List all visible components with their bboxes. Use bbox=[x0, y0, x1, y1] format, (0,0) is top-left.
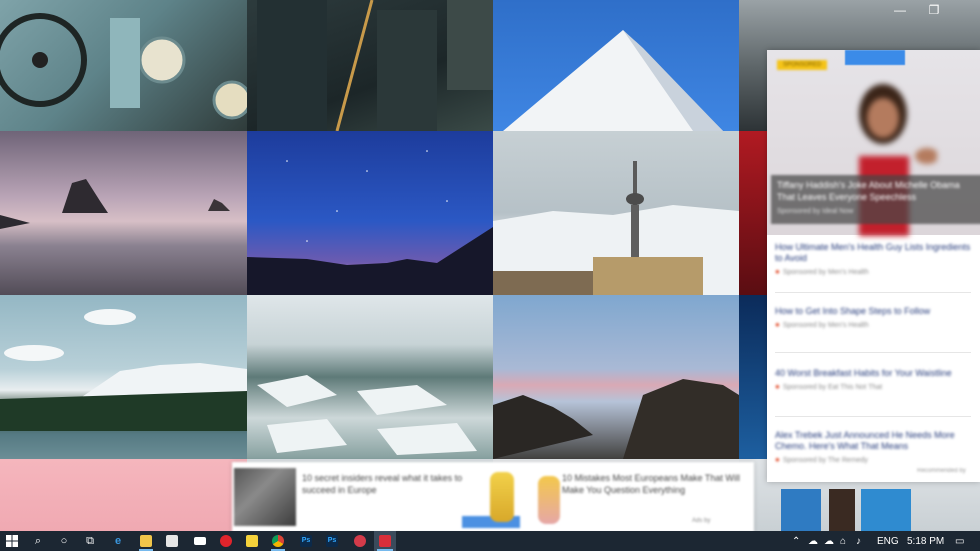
ad-item-headline: How to Get Into Shape Steps to Follow bbox=[775, 306, 931, 316]
cortana-icon[interactable]: ○ bbox=[54, 531, 74, 551]
onedrive-icon[interactable]: ☁ bbox=[808, 531, 818, 551]
start-button[interactable] bbox=[2, 531, 22, 551]
chevron-up-icon: ⌃ bbox=[792, 535, 801, 547]
pink-tile-photo bbox=[0, 459, 247, 531]
language-indicator[interactable]: ENG bbox=[877, 531, 899, 551]
sponsored-content-panel[interactable]: SPONSORED Tiffany Haddish's Joke About M… bbox=[767, 50, 980, 482]
taskbar: ⌕ ○ ⧉ e Ps Ps ⌃ ☁ ☁ ⌂ ♪ ENG 5:18 PM ▭ bbox=[0, 531, 980, 551]
clock[interactable]: 5:18 PM bbox=[907, 531, 944, 551]
banner-right-text[interactable]: 10 Mistakes Most Europeans Make That Wil… bbox=[562, 472, 742, 496]
ad-hero-headline: Tiffany Haddish's Joke About Michelle Ob… bbox=[777, 180, 960, 202]
store-icon[interactable] bbox=[162, 531, 182, 551]
ad-item-source: Sponsored by Men's Health bbox=[775, 267, 975, 276]
app-icon[interactable] bbox=[350, 531, 370, 551]
ad-item-headline: Alex Trebek Just Announced He Needs More… bbox=[775, 430, 955, 451]
minimize-button[interactable]: — bbox=[891, 3, 909, 17]
cliffs-above-clouds-photo bbox=[493, 295, 739, 459]
divider bbox=[775, 352, 971, 353]
ad-hero-image[interactable]: SPONSORED Tiffany Haddish's Joke About M… bbox=[767, 50, 980, 236]
ad-item-headline: 40 Worst Breakfast Habits for Your Waist… bbox=[775, 368, 952, 378]
ad-item[interactable]: 40 Worst Breakfast Habits for Your Waist… bbox=[775, 368, 975, 391]
sea-stack-beach-photo bbox=[0, 131, 247, 295]
volume-icon[interactable]: ♪ bbox=[856, 531, 861, 551]
edge-icon[interactable]: e bbox=[108, 531, 128, 551]
opera-icon[interactable] bbox=[216, 531, 236, 551]
chrome-icon[interactable] bbox=[268, 531, 288, 551]
divider bbox=[775, 416, 971, 417]
banner-left-text[interactable]: 10 secret insiders reveal what it takes … bbox=[302, 472, 482, 496]
file-explorer-icon[interactable] bbox=[136, 531, 156, 551]
bottom-ad-banner[interactable]: 10 secret insiders reveal what it takes … bbox=[232, 462, 754, 532]
divider bbox=[775, 292, 971, 293]
lake-snowy-mountains-photo bbox=[0, 295, 247, 459]
ad-item-source: Sponsored by The Remedy bbox=[775, 455, 975, 464]
cloud-icon[interactable]: ☁ bbox=[824, 531, 834, 551]
banner-meta: Ads by bbox=[692, 518, 711, 524]
ad-item-headline: How Ultimate Men's Health Guy Lists Ingr… bbox=[775, 242, 971, 263]
sticky-notes-icon[interactable] bbox=[242, 531, 262, 551]
skyscraper-sky-photo bbox=[493, 0, 739, 131]
network-icon[interactable]: ⌂ bbox=[840, 531, 846, 551]
banner-figure-image bbox=[538, 476, 560, 524]
vintage-car-dashboard-photo bbox=[0, 0, 247, 131]
mail-icon[interactable] bbox=[190, 531, 210, 551]
ad-footer: Recommended by bbox=[917, 468, 966, 474]
milad-tower-mountains-photo bbox=[493, 131, 739, 295]
ad-item[interactable]: Alex Trebek Just Announced He Needs More… bbox=[775, 430, 975, 464]
ad-item[interactable]: How Ultimate Men's Health Guy Lists Ingr… bbox=[775, 242, 975, 276]
show-hidden-icons-button[interactable]: ⌃ bbox=[792, 531, 800, 551]
ad-hero-caption[interactable]: Tiffany Haddish's Joke About Michelle Ob… bbox=[771, 175, 980, 224]
action-center-icon[interactable]: ▭ bbox=[955, 531, 964, 551]
frozen-sea-ice-photo bbox=[247, 295, 493, 459]
photoshop-icon[interactable]: Ps bbox=[296, 531, 316, 551]
windows-logo-icon bbox=[6, 535, 18, 547]
ad-item[interactable]: How to Get Into Shape Steps to Follow Sp… bbox=[775, 306, 975, 329]
starry-night-sky-photo bbox=[247, 131, 493, 295]
blue-edge-photo bbox=[739, 295, 769, 459]
banner-figure-image bbox=[490, 472, 514, 522]
restore-button[interactable]: ❐ bbox=[925, 3, 943, 17]
ad-top-bar bbox=[845, 50, 905, 65]
ad-item-source: Sponsored by Men's Health bbox=[775, 320, 975, 329]
search-icon[interactable]: ⌕ bbox=[28, 531, 48, 551]
banner-thumbnail bbox=[234, 468, 296, 526]
photoshop-icon[interactable]: Ps bbox=[322, 531, 342, 551]
screen-recorder-icon[interactable] bbox=[374, 531, 396, 551]
task-view-icon[interactable]: ⧉ bbox=[80, 531, 100, 551]
sponsored-badge: SPONSORED bbox=[777, 60, 828, 70]
ad-item-source: Sponsored by Eat This Not That bbox=[775, 382, 975, 391]
ad-hero-source: Sponsored by Ideal Now bbox=[777, 208, 854, 215]
red-edge-photo bbox=[739, 131, 769, 295]
city-aerial-photo bbox=[247, 0, 493, 131]
